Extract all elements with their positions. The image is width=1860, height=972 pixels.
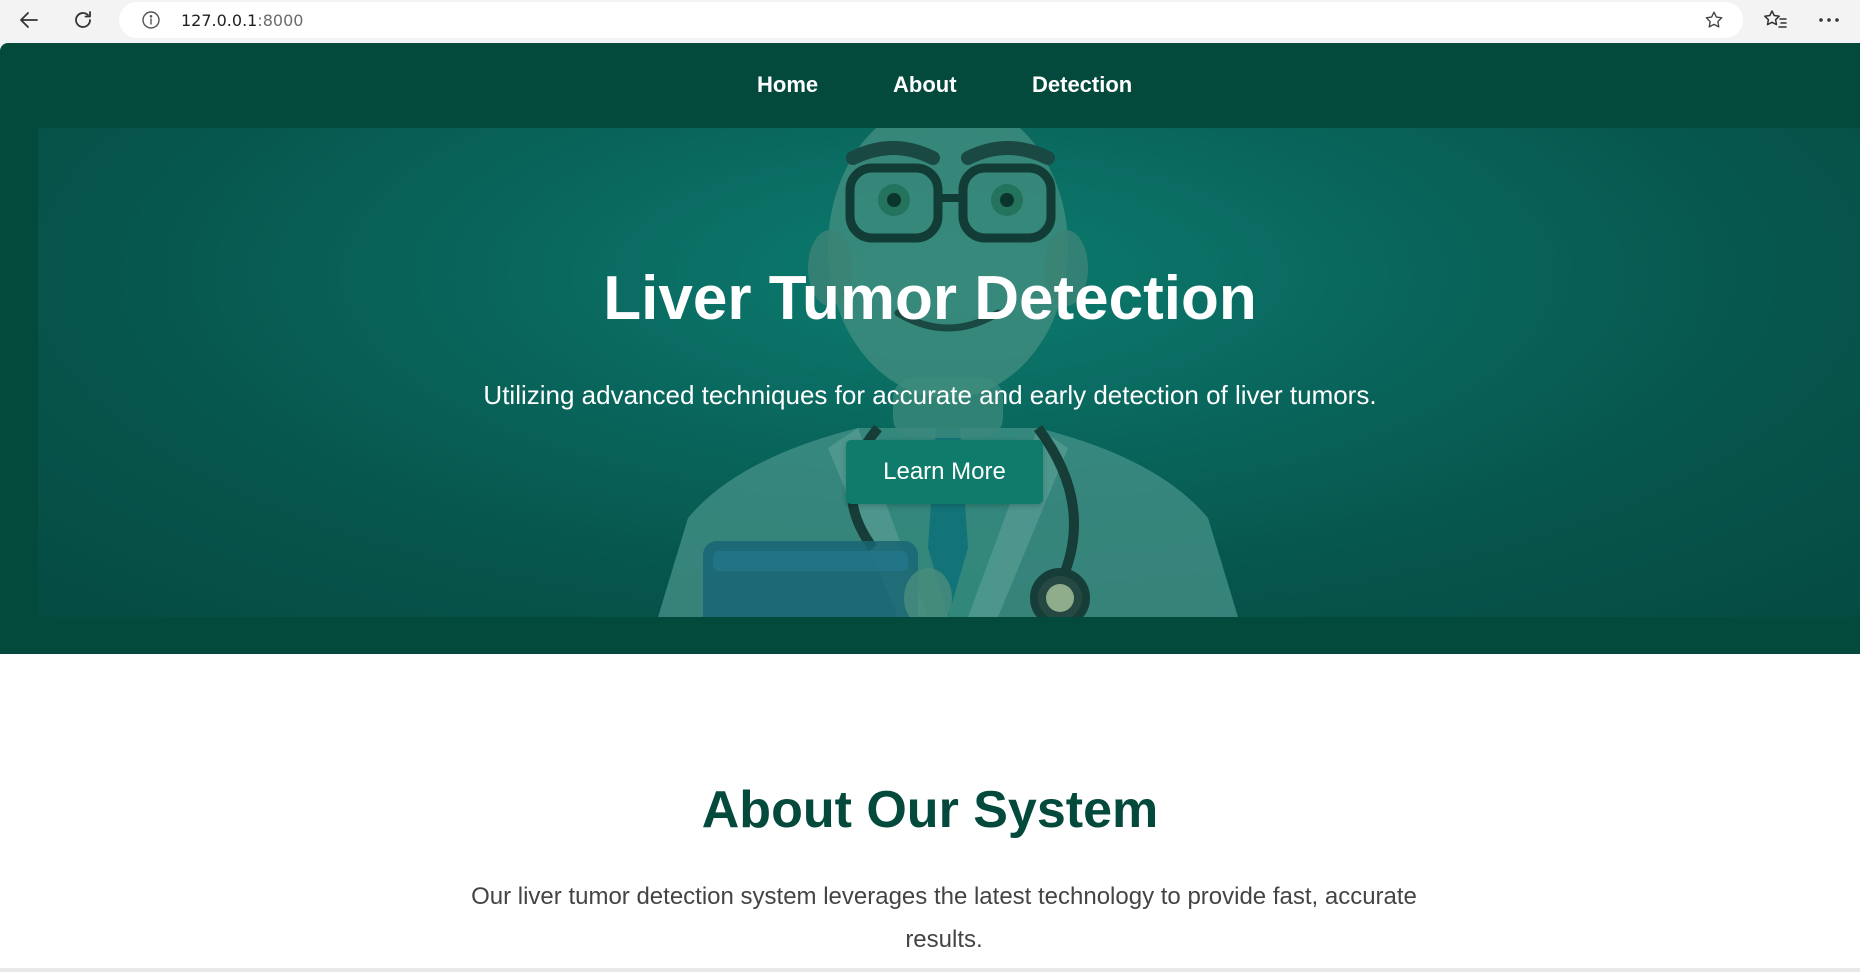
hero-title: Liver Tumor Detection: [603, 264, 1257, 333]
nav-about-link[interactable]: About: [893, 72, 957, 98]
back-button[interactable]: [9, 0, 49, 40]
hero-background-image: [38, 128, 1860, 617]
about-description: Our liver tumor detection system leverag…: [471, 883, 1417, 953]
top-navigation: Home About Detection: [0, 43, 1860, 128]
page-bottom-border: [0, 968, 1860, 972]
reload-icon: [75, 11, 91, 28]
more-icon[interactable]: [1815, 8, 1843, 32]
address-bar[interactable]: 127.0.0.1:8000: [119, 2, 1743, 38]
about-title: About Our System: [701, 781, 1159, 839]
nav-home-link[interactable]: Home: [757, 72, 818, 98]
reload-button[interactable]: [63, 0, 103, 40]
star-icon[interactable]: [1703, 9, 1725, 31]
back-arrow-icon: [20, 12, 38, 28]
learn-more-button[interactable]: Learn More: [846, 440, 1043, 504]
browser-toolbar: 127.0.0.1:8000: [0, 0, 1860, 40]
hero-subtitle: Utilizing advanced techniques for accura…: [483, 380, 1377, 410]
hero-overlay: [38, 128, 1860, 617]
url-port: :8000: [257, 11, 304, 30]
url-host: 127.0.0.1: [181, 11, 258, 30]
hero-section: Home About Detection Liver Tumor Detecti…: [0, 43, 1860, 654]
nav-detection-link[interactable]: Detection: [1032, 72, 1132, 98]
url-text[interactable]: 127.0.0.1:8000: [181, 11, 303, 30]
page-viewport: Home About Detection Liver Tumor Detecti…: [0, 43, 1860, 972]
about-section: About Our System Our liver tumor detecti…: [0, 654, 1860, 972]
favorites-icon[interactable]: [1762, 8, 1788, 32]
info-icon[interactable]: [141, 10, 161, 30]
